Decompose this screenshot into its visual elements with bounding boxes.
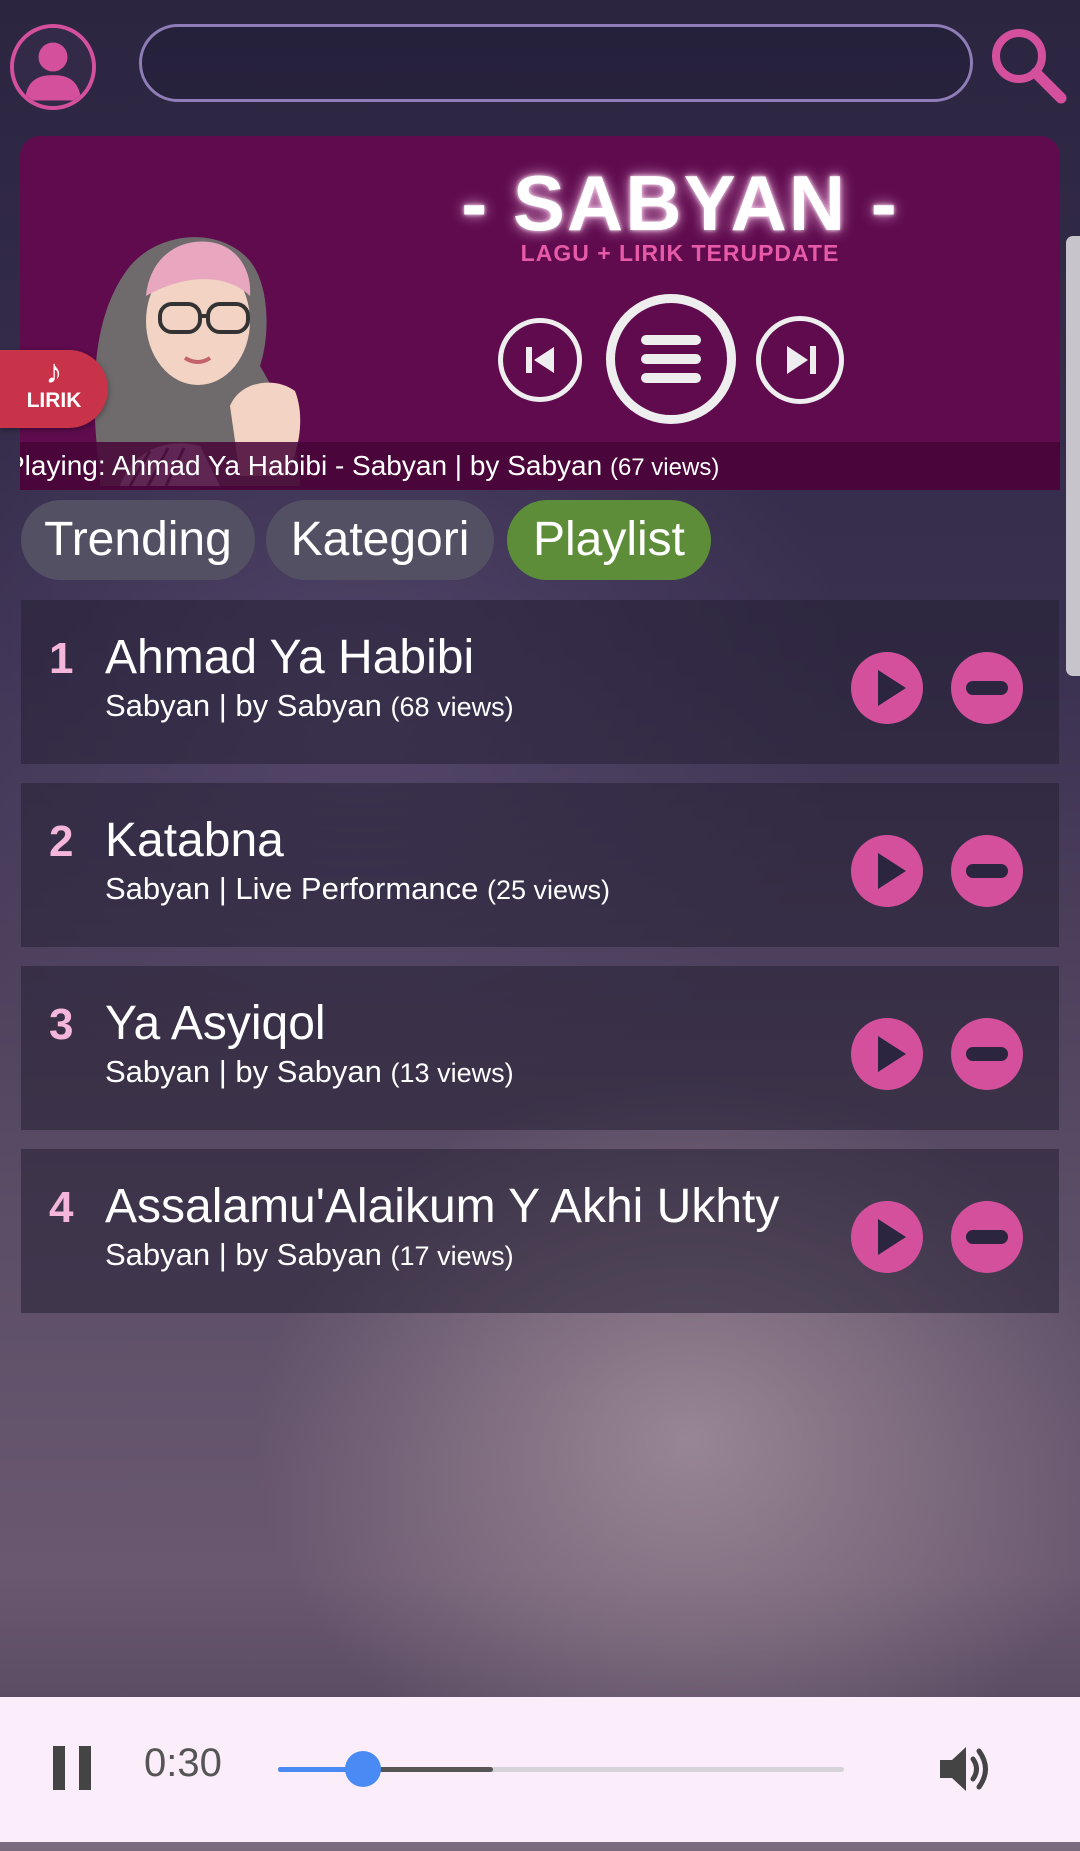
now-playing-marquee: Playing: Ahmad Ya Habibi - Sabyan | by S… bbox=[20, 442, 1060, 490]
playlist-row: 4 Assalamu'Alaikum Y Akhi Ukhty Sabyan |… bbox=[21, 1149, 1059, 1313]
pause-icon[interactable] bbox=[50, 1744, 94, 1792]
remove-icon[interactable] bbox=[951, 652, 1023, 724]
tab-kategori[interactable]: Kategori bbox=[266, 500, 494, 580]
tab-trending[interactable]: Trending bbox=[21, 500, 255, 580]
lyrics-button[interactable]: ♪ LIRIK bbox=[0, 350, 108, 428]
remove-icon[interactable] bbox=[951, 1201, 1023, 1273]
play-icon[interactable] bbox=[851, 1201, 923, 1273]
profile-avatar-button[interactable] bbox=[10, 24, 96, 110]
track-number: 1 bbox=[49, 634, 74, 683]
search-button[interactable] bbox=[985, 22, 1069, 106]
tab-playlist[interactable]: Playlist bbox=[507, 500, 711, 580]
scrollbar-thumb[interactable] bbox=[1066, 236, 1080, 676]
previous-track-button[interactable] bbox=[498, 318, 582, 402]
track-number: 4 bbox=[49, 1183, 74, 1232]
brand-subtitle: LAGU + LIRIK TERUPDATE bbox=[520, 240, 840, 266]
now-playing-text: Playing: Ahmad Ya Habibi - Sabyan | by S… bbox=[20, 450, 603, 481]
user-icon bbox=[14, 28, 92, 106]
play-icon[interactable] bbox=[851, 1018, 923, 1090]
artist-photo bbox=[94, 237, 301, 486]
track-number: 3 bbox=[49, 1000, 74, 1049]
track-subtitle: Sabyan | by Sabyan (68 views) bbox=[105, 688, 514, 724]
track-views: (13 views) bbox=[390, 1058, 514, 1088]
remove-icon[interactable] bbox=[951, 835, 1023, 907]
now-playing-banner: - SABYAN - LAGU + LIRIK TERUPDATE Playin… bbox=[20, 136, 1060, 490]
playlist-row: 2 Katabna Sabyan | Live Performance (25 … bbox=[21, 783, 1059, 947]
playlist-row: 3 Ya Asyiqol Sabyan | by Sabyan (13 view… bbox=[21, 966, 1059, 1130]
bottom-edge bbox=[0, 1842, 1080, 1851]
track-artist: Sabyan | Live Performance bbox=[105, 871, 479, 906]
seek-slider[interactable] bbox=[278, 1751, 844, 1787]
search-icon bbox=[992, 29, 1067, 104]
skip-previous-icon bbox=[526, 347, 554, 373]
track-subtitle: Sabyan | Live Performance (25 views) bbox=[105, 871, 610, 907]
play-icon[interactable] bbox=[851, 652, 923, 724]
track-artist: Sabyan | by Sabyan bbox=[105, 1237, 382, 1272]
audio-player: 0:30 bbox=[0, 1697, 1080, 1842]
lyrics-label: LIRIK bbox=[26, 389, 82, 412]
next-track-button[interactable] bbox=[756, 316, 844, 404]
track-views: (68 views) bbox=[390, 692, 514, 722]
music-note-icon: ♪ bbox=[45, 353, 63, 391]
track-title: Ahmad Ya Habibi bbox=[105, 631, 475, 684]
track-title: Ya Asyiqol bbox=[105, 997, 326, 1050]
now-playing-views: (67 views) bbox=[609, 454, 720, 481]
skip-next-icon bbox=[787, 346, 816, 374]
track-artist: Sabyan | by Sabyan bbox=[105, 688, 382, 723]
current-time: 0:30 bbox=[144, 1741, 222, 1785]
playlist-row: 1 Ahmad Ya Habibi Sabyan | by Sabyan (68… bbox=[21, 600, 1059, 764]
track-subtitle: Sabyan | by Sabyan (17 views) bbox=[105, 1237, 514, 1273]
track-title: Assalamu'Alaikum Y Akhi Ukhty bbox=[105, 1180, 780, 1233]
track-number: 2 bbox=[49, 817, 74, 866]
search-input[interactable] bbox=[139, 24, 973, 102]
volume-icon[interactable] bbox=[936, 1739, 996, 1799]
track-views: (25 views) bbox=[487, 875, 611, 905]
track-subtitle: Sabyan | by Sabyan (13 views) bbox=[105, 1054, 514, 1090]
track-title: Katabna bbox=[105, 814, 284, 867]
track-artist: Sabyan | by Sabyan bbox=[105, 1054, 382, 1089]
play-icon[interactable] bbox=[851, 835, 923, 907]
playlist-menu-button[interactable] bbox=[606, 294, 736, 424]
track-views: (17 views) bbox=[390, 1241, 514, 1271]
seek-handle[interactable] bbox=[344, 1751, 381, 1787]
brand-title: - SABYAN - bbox=[461, 159, 899, 247]
remove-icon[interactable] bbox=[951, 1018, 1023, 1090]
menu-icon bbox=[641, 335, 701, 383]
